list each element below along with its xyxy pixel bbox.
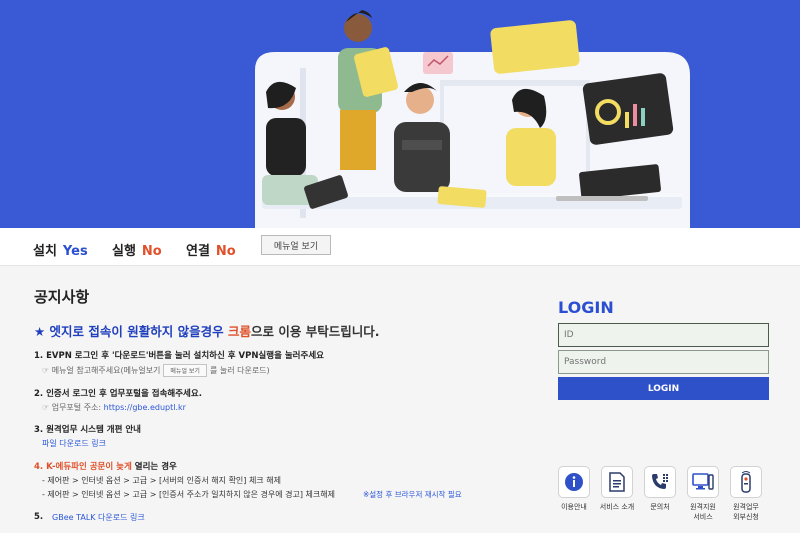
- hero-illustration: [255, 10, 690, 228]
- notice-item-4-sub1: - 제어판 > 인터넷 옵션 > 고급 > [서버의 인증서 해지 확인] 체크…: [42, 476, 281, 485]
- item4-highlight: K-에듀파인 공문이 늦게: [46, 462, 132, 472]
- password-input[interactable]: [558, 350, 769, 374]
- restart-note: ※설정 후 브라우저 재시작 필요: [363, 490, 462, 499]
- quick-link-service-intro[interactable]: 서비스 소개: [597, 466, 637, 512]
- notice-item-4-sub2: - 제어판 > 인터넷 옵션 > 고급 > [인증서 주소가 일치하지 않은 경…: [42, 490, 335, 499]
- monitor-icon: [687, 466, 719, 498]
- run-label: 실행: [112, 244, 136, 259]
- notice-item-4: 4. K-에듀파인 공문이 늦게 열리는 경우: [34, 460, 177, 472]
- document-icon: [601, 466, 633, 498]
- quick-link-label: 이용안내: [561, 503, 587, 511]
- connect-status: 연결 No: [186, 240, 236, 259]
- quick-link-contact[interactable]: 문의처: [640, 466, 680, 512]
- quick-link-label: 서비스 소개: [599, 503, 635, 511]
- install-status: 설치 Yes: [33, 240, 88, 259]
- notice-headline: ★ 엣지로 접속이 원활하지 않을경우 크롬으로 이용 부탁드립니다.: [34, 321, 379, 340]
- install-label: 설치: [33, 244, 57, 259]
- notice-item-1-sub: ☞ 메뉴얼 참고해주세요(메뉴얼보기 메뉴얼 보기 를 눌러 다운로드): [42, 364, 270, 377]
- item2-sub-prefix: ☞ 업무포털 주소:: [42, 403, 102, 412]
- item4-prefix: 4.: [34, 462, 44, 472]
- notice-item-2-sub: ☞ 업무포털 주소: https://gbe.eduptl.kr: [42, 402, 186, 413]
- notice-item-1: 1. EVPN 로그인 후 '다운로드'버튼을 눌러 설치하신 후 VPN실행을…: [34, 351, 324, 361]
- phone-icon: [644, 466, 676, 498]
- login-title: LOGIN: [558, 298, 614, 317]
- quick-link-label: 문의처: [650, 503, 670, 511]
- run-status: 실행 No: [112, 240, 162, 259]
- portal-link[interactable]: https://gbe.eduptl.kr: [104, 403, 186, 412]
- item1-sub-suffix: 를 눌러 다운로드): [209, 366, 270, 375]
- quick-link-label: 원격업무 외부신청: [733, 503, 759, 521]
- inline-manual-button[interactable]: 메뉴얼 보기: [163, 364, 207, 377]
- manual-view-button[interactable]: 메뉴얼 보기: [261, 235, 331, 255]
- quick-link-label: 원격지원 서비스: [690, 503, 716, 521]
- install-value: Yes: [62, 244, 88, 259]
- run-value: No: [141, 244, 162, 259]
- notice-item-2: 2. 인증서 로그인 후 업무포털을 접속해주세요.: [34, 389, 202, 399]
- quick-link-remote-work-request[interactable]: 원격업무 외부신청: [726, 466, 766, 522]
- notice-title: 공지사항: [34, 288, 90, 306]
- connect-label: 연결: [186, 244, 210, 259]
- notice-item-5-num: 5.: [34, 512, 44, 522]
- headline-suffix: 으로 이용 부탁드립니다.: [251, 324, 380, 339]
- id-input[interactable]: [558, 323, 769, 347]
- hero-banner: [0, 0, 800, 228]
- login-button[interactable]: LOGIN: [558, 377, 769, 400]
- status-bar: 설치 Yes 실행 No 연결 No: [0, 228, 800, 266]
- quick-link-guide[interactable]: 이용안내: [554, 466, 594, 512]
- notice-item-3: 3. 원격업무 시스템 개편 안내: [34, 425, 142, 435]
- item4-suffix: 열리는 경우: [134, 462, 177, 472]
- remote-control-icon: [730, 466, 762, 498]
- headline-prefix: ★ 엣지로 접속이 원활하지 않을경우: [34, 324, 224, 339]
- file-download-link[interactable]: 파일 다운로드 링크: [42, 438, 106, 449]
- item1-sub-prefix: ☞ 메뉴얼 참고해주세요(메뉴얼보기: [42, 366, 161, 375]
- info-icon: [558, 466, 590, 498]
- headline-browser: 크롬: [227, 324, 251, 339]
- quick-link-remote-support[interactable]: 원격지원 서비스: [683, 466, 723, 522]
- gbee-talk-download-link[interactable]: GBee TALK 다운로드 링크: [52, 512, 145, 523]
- connect-value: No: [215, 244, 236, 259]
